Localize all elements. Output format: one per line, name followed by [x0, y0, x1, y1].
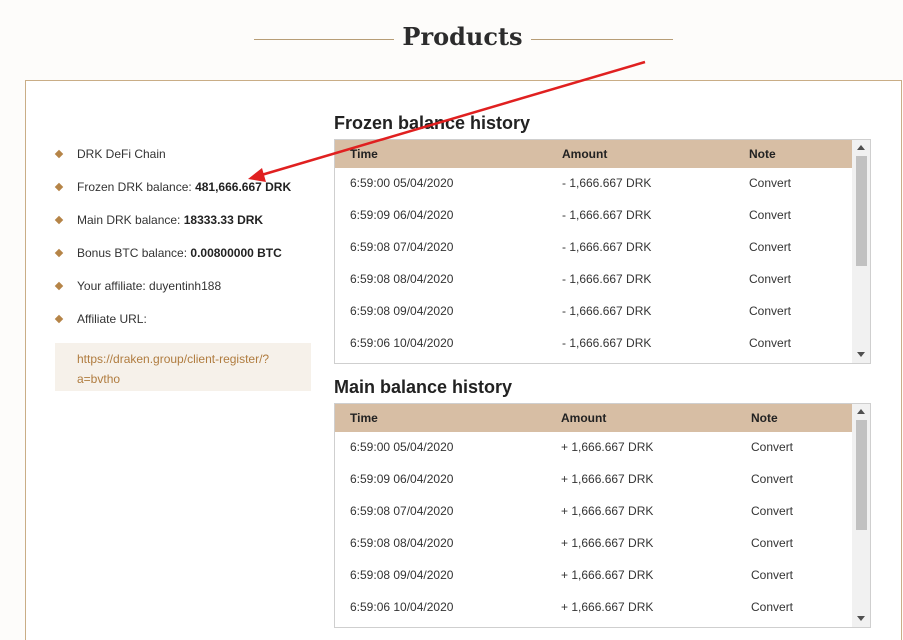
row-note: Convert — [749, 208, 792, 222]
table-row: 6:59:00 05/04/2020 + 1,666.667 DRK Conve… — [335, 432, 853, 464]
diamond-bullet-icon — [54, 149, 64, 159]
row-amount: + 1,666.667 DRK — [561, 440, 654, 454]
row-amount: + 1,666.667 DRK — [561, 600, 654, 614]
row-note: Convert — [751, 504, 794, 518]
row-time: 6:59:09 06/04/2020 — [350, 472, 454, 486]
row-time: 6:59:08 07/04/2020 — [350, 504, 454, 518]
header-amount: Amount — [561, 411, 607, 425]
row-note: Convert — [749, 304, 792, 318]
row-amount: - 1,666.667 DRK — [562, 240, 652, 254]
row-time: 6:59:06 10/04/2020 — [350, 600, 454, 614]
table-row: 6:59:08 07/04/2020 + 1,666.667 DRK Conve… — [335, 496, 853, 528]
main-balance-value: 18333.33 DRK — [183, 213, 264, 227]
info-bonus-balance: Bonus BTC balance: 0.00800000 BTC — [54, 244, 291, 277]
diamond-bullet-icon — [54, 281, 64, 291]
row-note: Convert — [751, 472, 794, 486]
frozen-history-title: Frozen balance history — [334, 113, 531, 133]
table-row: 6:59:08 08/04/2020 - 1,666.667 DRK Conve… — [335, 264, 853, 296]
row-amount: - 1,666.667 DRK — [562, 208, 652, 222]
table-row: 6:59:08 08/04/2020 + 1,666.667 DRK Conve… — [335, 528, 853, 560]
scroll-thumb[interactable] — [856, 156, 867, 266]
frozen-balance-label: Frozen DRK balance: — [77, 180, 196, 194]
diamond-bullet-icon — [54, 248, 64, 258]
affiliate-url-line-2[interactable]: a=bvtho — [77, 369, 311, 389]
title-divider-right — [531, 39, 673, 40]
diamond-bullet-icon — [54, 182, 64, 192]
scroll-up-arrow-icon[interactable] — [857, 145, 865, 150]
page-header: Products — [0, 18, 903, 62]
header-note: Note — [751, 411, 778, 425]
table-row: 6:59:06 10/04/2020 - 1,666.667 DRK Conve… — [335, 328, 853, 360]
row-amount: + 1,666.667 DRK — [561, 568, 654, 582]
main-balance-label: Main DRK balance: — [77, 213, 184, 227]
row-time: 6:59:00 05/04/2020 — [350, 440, 454, 454]
account-info-list: DRK DeFi Chain Frozen DRK balance: 481,6… — [54, 145, 291, 343]
row-note: Convert — [749, 240, 792, 254]
row-note: Convert — [751, 568, 794, 582]
table-row: 6:59:00 05/04/2020 - 1,666.667 DRK Conve… — [335, 168, 853, 200]
affiliate-text: Your affiliate: duyentinh188 — [77, 279, 222, 293]
table-row: 6:59:08 09/04/2020 + 1,666.667 DRK Conve… — [335, 560, 853, 592]
main-history-title: Main balance history — [334, 377, 513, 397]
table-row: 6:59:08 09/04/2020 - 1,666.667 DRK Conve… — [335, 296, 853, 328]
affiliate-url-box[interactable]: https://draken.group/client-register/? a… — [55, 343, 311, 391]
frozen-table-scrollbar[interactable] — [852, 140, 870, 363]
table-header: Time Amount Note — [335, 140, 853, 168]
affiliate-url-line-1[interactable]: https://draken.group/client-register/? — [77, 349, 311, 369]
diamond-bullet-icon — [54, 314, 64, 324]
row-note: Convert — [749, 272, 792, 286]
row-time: 6:59:00 05/04/2020 — [350, 176, 454, 190]
row-time: 6:59:08 09/04/2020 — [350, 568, 454, 582]
row-amount: - 1,666.667 DRK — [562, 176, 652, 190]
row-amount: + 1,666.667 DRK — [561, 536, 654, 550]
bonus-balance-label: Bonus BTC balance: — [77, 246, 191, 260]
row-note: Convert — [751, 600, 794, 614]
info-main-balance: Main DRK balance: 18333.33 DRK — [54, 211, 291, 244]
chain-name: DRK DeFi Chain — [77, 147, 166, 161]
table-row: 6:59:08 07/04/2020 - 1,666.667 DRK Conve… — [335, 232, 853, 264]
info-chain: DRK DeFi Chain — [54, 145, 291, 178]
row-note: Convert — [749, 336, 792, 350]
row-note: Convert — [751, 440, 794, 454]
table-header: Time Amount Note — [335, 404, 853, 432]
table-row: 6:59:09 06/04/2020 - 1,666.667 DRK Conve… — [335, 200, 853, 232]
row-note: Convert — [749, 176, 792, 190]
row-amount: - 1,666.667 DRK — [562, 336, 652, 350]
row-time: 6:59:09 06/04/2020 — [350, 208, 454, 222]
header-note: Note — [749, 147, 776, 161]
scroll-thumb[interactable] — [856, 420, 867, 530]
row-amount: + 1,666.667 DRK — [561, 472, 654, 486]
row-time: 6:59:08 08/04/2020 — [350, 272, 454, 286]
scroll-up-arrow-icon[interactable] — [857, 409, 865, 414]
row-amount: - 1,666.667 DRK — [562, 272, 652, 286]
frozen-balance-value: 481,666.667 DRK — [195, 180, 292, 194]
info-affiliate-url: Affiliate URL: — [54, 310, 291, 343]
row-note: Convert — [751, 536, 794, 550]
row-amount: - 1,666.667 DRK — [562, 304, 652, 318]
scroll-down-arrow-icon[interactable] — [857, 616, 865, 621]
row-time: 6:59:08 08/04/2020 — [350, 536, 454, 550]
affiliate-url-label: Affiliate URL: — [77, 312, 147, 326]
header-time: Time — [350, 147, 378, 161]
frozen-history-table: Time Amount Note 6:59:00 05/04/2020 - 1,… — [334, 139, 871, 364]
row-time: 6:59:08 07/04/2020 — [350, 240, 454, 254]
main-history-table: Time Amount Note 6:59:00 05/04/2020 + 1,… — [334, 403, 871, 628]
info-frozen-balance: Frozen DRK balance: 481,666.667 DRK — [54, 178, 291, 211]
row-time: 6:59:08 09/04/2020 — [350, 304, 454, 318]
table-row: 6:59:06 10/04/2020 + 1,666.667 DRK Conve… — [335, 592, 853, 624]
header-time: Time — [350, 411, 378, 425]
title-divider-left — [254, 39, 394, 40]
main-table-scrollbar[interactable] — [852, 404, 870, 627]
bonus-balance-value: 0.00800000 BTC — [190, 246, 282, 260]
table-row: 6:59:09 06/04/2020 + 1,666.667 DRK Conve… — [335, 464, 853, 496]
row-amount: + 1,666.667 DRK — [561, 504, 654, 518]
page-title: Products — [402, 22, 523, 51]
scroll-down-arrow-icon[interactable] — [857, 352, 865, 357]
diamond-bullet-icon — [54, 215, 64, 225]
info-affiliate: Your affiliate: duyentinh188 — [54, 277, 291, 310]
row-time: 6:59:06 10/04/2020 — [350, 336, 454, 350]
header-amount: Amount — [562, 147, 608, 161]
